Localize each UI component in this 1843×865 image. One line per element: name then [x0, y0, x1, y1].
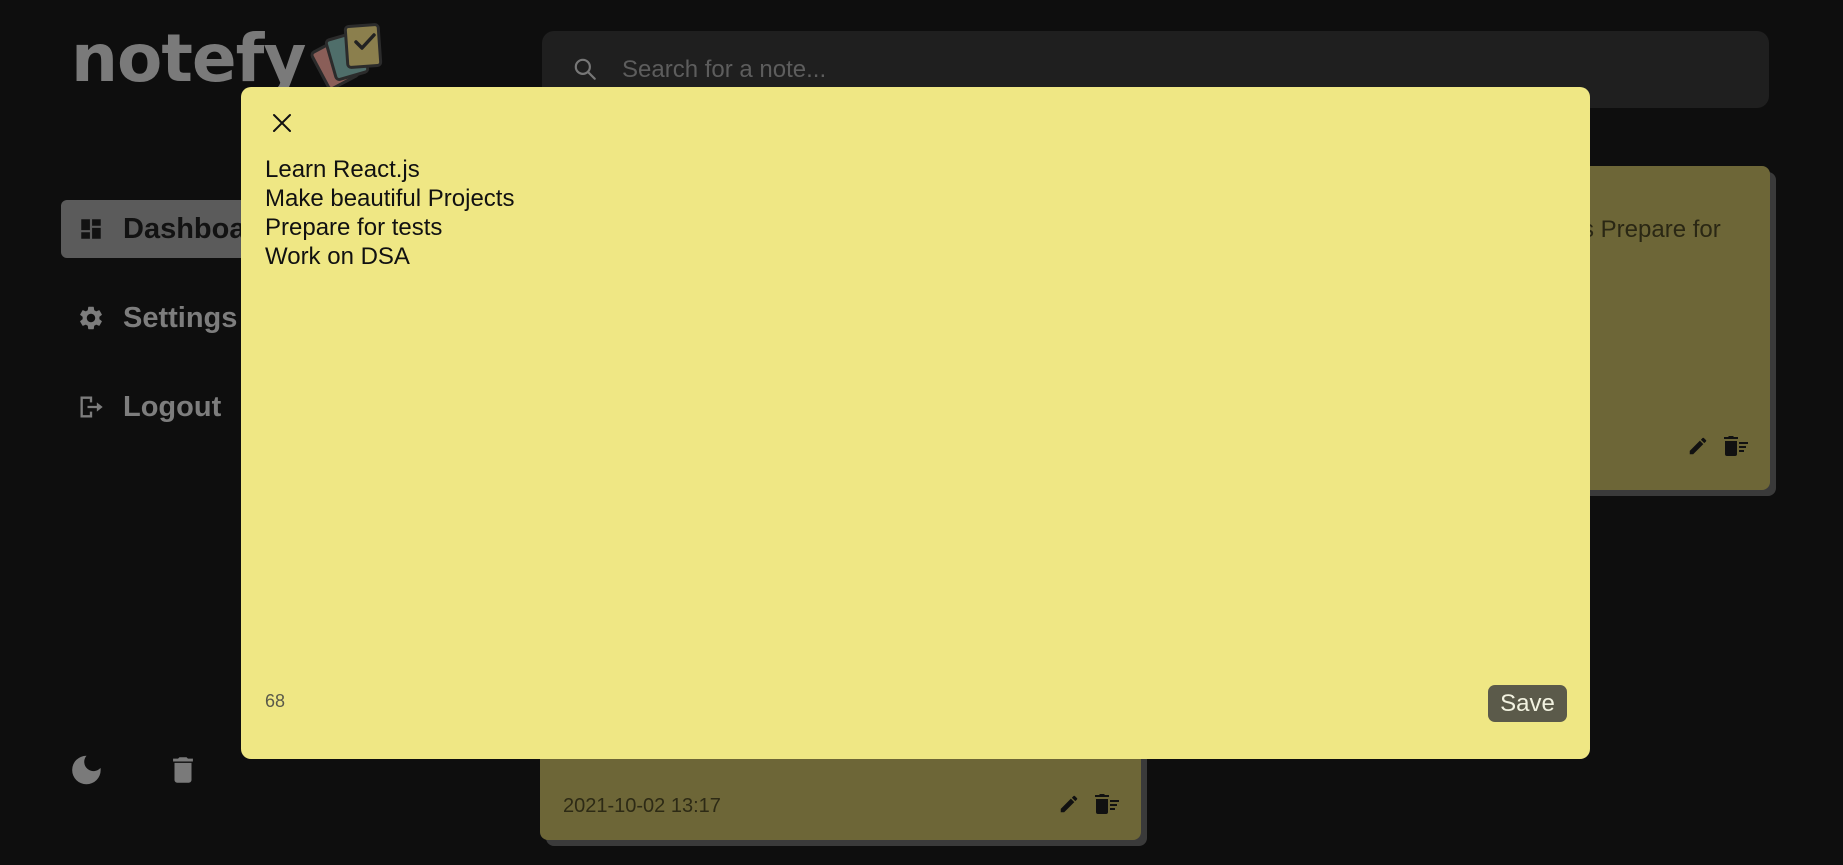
- delete-icon[interactable]: [1722, 432, 1750, 460]
- delete-icon[interactable]: [1093, 790, 1121, 818]
- logout-icon: [77, 393, 105, 421]
- moon-icon[interactable]: [68, 748, 108, 792]
- character-count: 68: [265, 691, 286, 711]
- note-content-textarea[interactable]: Learn React.js Make beautiful Projects P…: [265, 155, 1555, 635]
- trash-icon[interactable]: [163, 748, 203, 792]
- sidebar-item-label: Settings: [123, 301, 238, 334]
- note-text: s Prepare for: [1582, 216, 1721, 243]
- note-edit-modal: Learn React.js Make beautiful Projects P…: [241, 87, 1590, 759]
- note-actions: [1674, 432, 1750, 460]
- note-actions: [1045, 790, 1121, 818]
- gear-icon: [77, 304, 105, 332]
- logo-cards-icon: [309, 18, 397, 98]
- edit-icon[interactable]: [1055, 790, 1083, 818]
- sidebar-bottom-actions: [68, 748, 258, 792]
- edit-icon[interactable]: [1684, 432, 1712, 460]
- close-icon[interactable]: [267, 108, 297, 138]
- sidebar-item-label: Logout: [123, 390, 222, 423]
- search-icon: [572, 56, 600, 84]
- note-date: 2021-10-02 13:17: [563, 795, 721, 817]
- dashboard-icon: [77, 215, 105, 243]
- save-button[interactable]: Save: [1488, 685, 1567, 722]
- search-input[interactable]: [622, 55, 1522, 84]
- app-root: notefy Dashboard Settings Logout Search …: [0, 0, 1843, 865]
